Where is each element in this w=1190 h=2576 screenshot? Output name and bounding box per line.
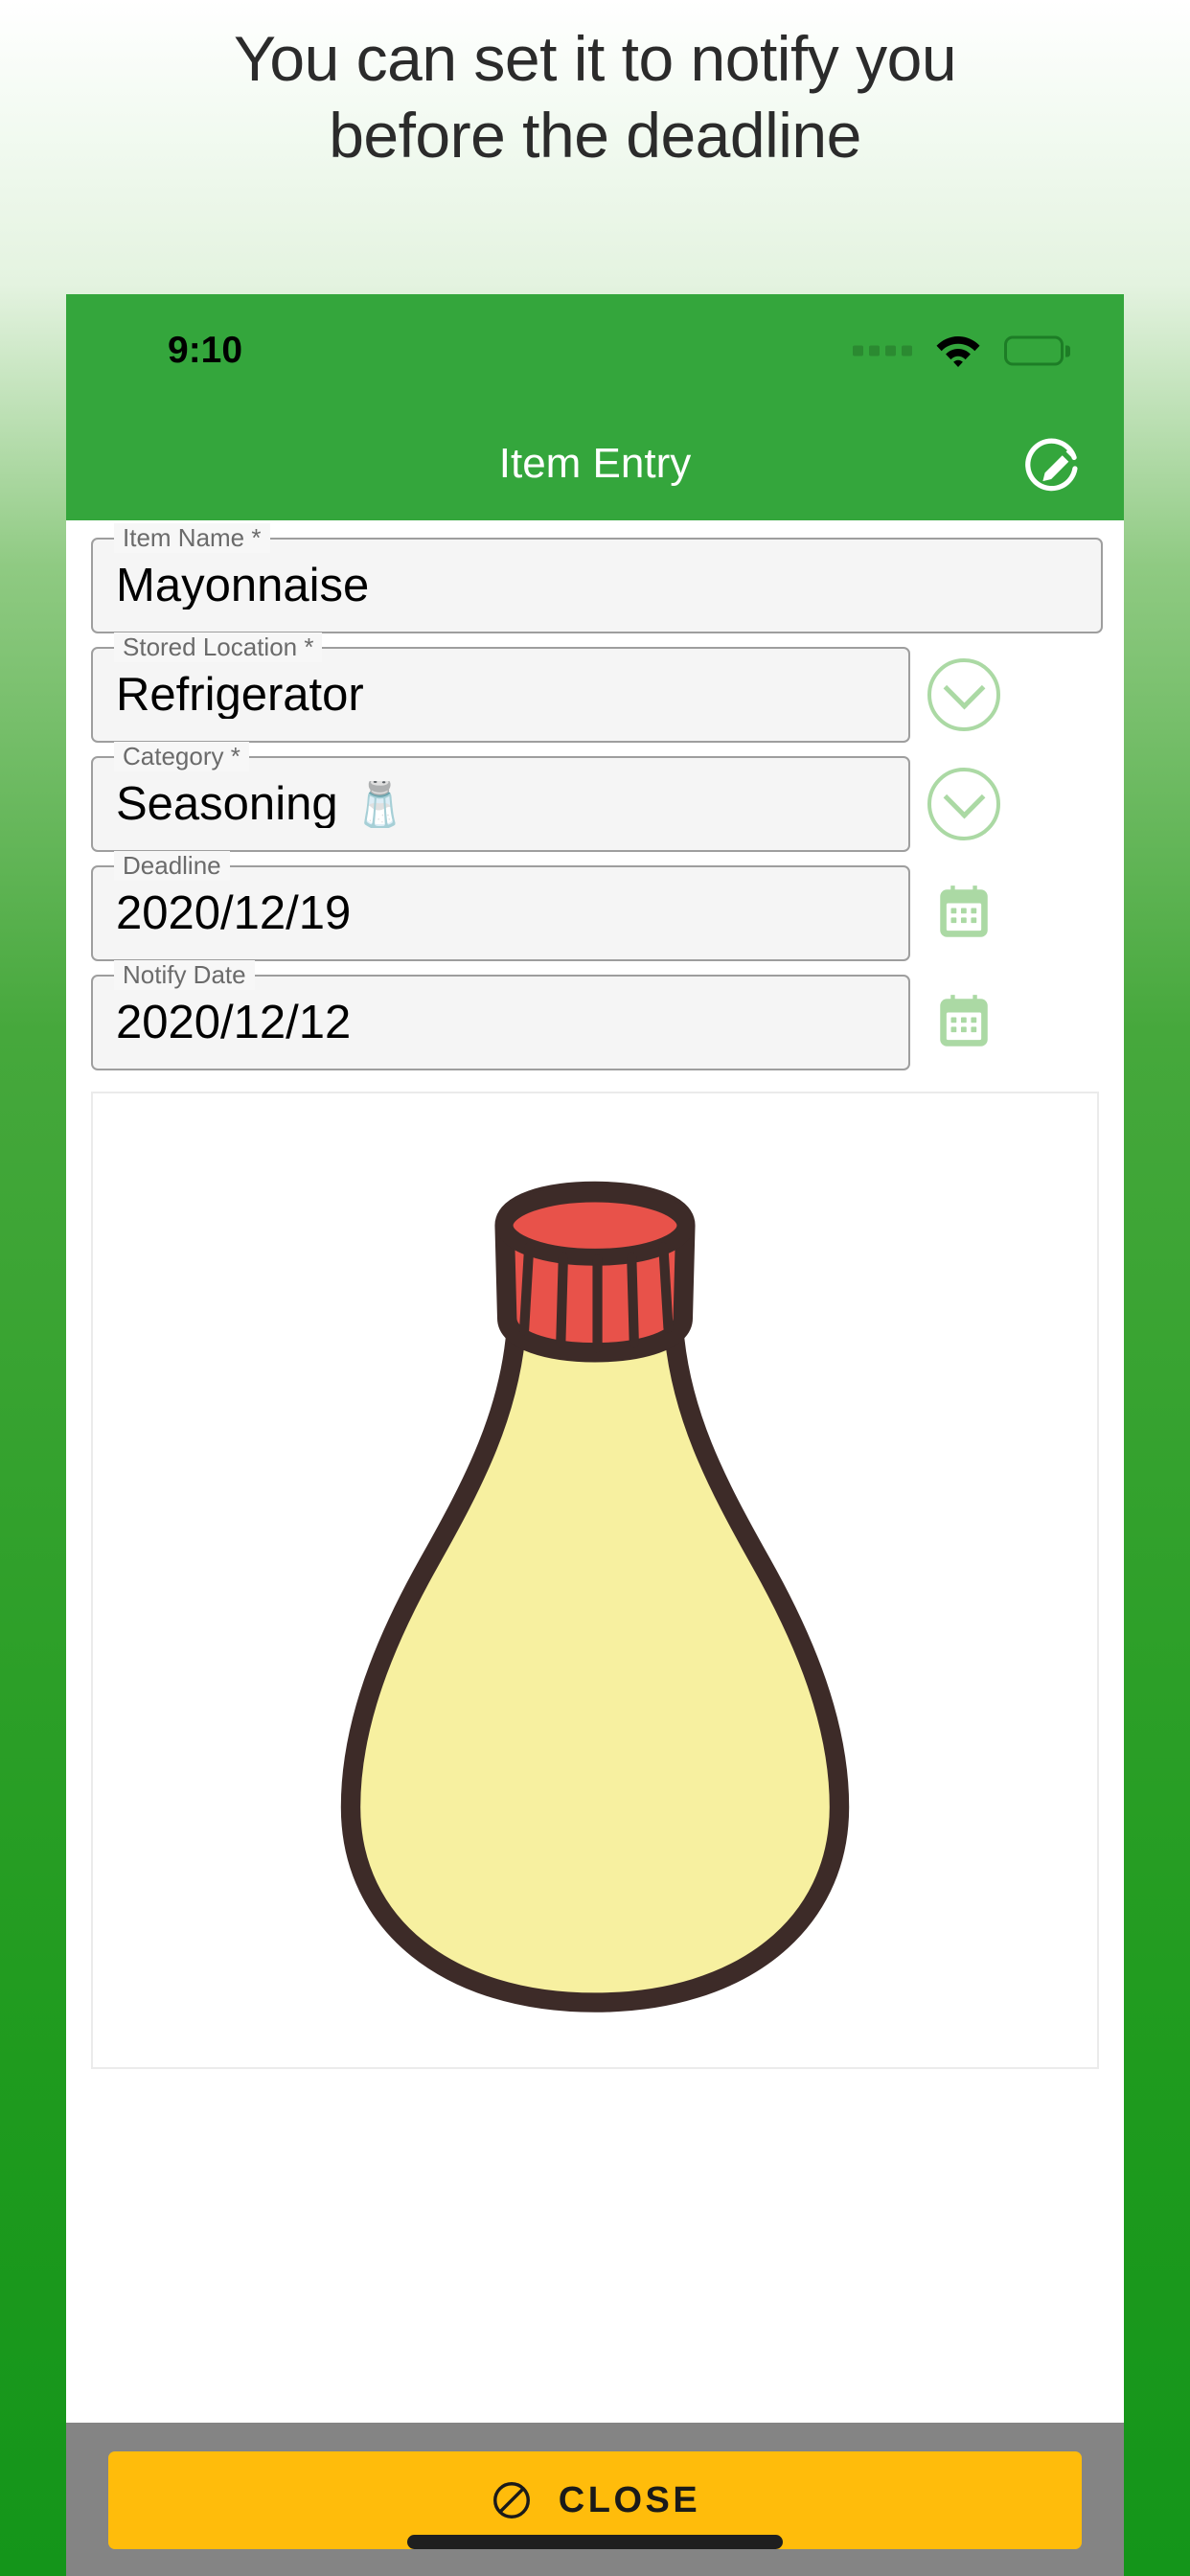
phone-screenshot: 9:10 Item Entry Item Name * Mayonnaise S… — [66, 294, 1124, 2576]
signal-dots-icon — [853, 345, 912, 356]
status-bar-time: 9:10 — [168, 330, 243, 371]
mayonnaise-bottle-illustration — [340, 1181, 850, 2012]
status-bar-indicators — [853, 330, 1070, 373]
wifi-icon — [932, 330, 984, 373]
headline-line-2: before the deadline — [329, 99, 861, 171]
field-row-deadline: Deadline 2020/12/19 — [66, 851, 1124, 961]
chevron-down-circle-icon — [927, 768, 1000, 840]
stored-location-dropdown-button[interactable] — [916, 658, 1012, 731]
close-button-label: CLOSE — [558, 2479, 701, 2520]
stored-location-label: Stored Location * — [114, 632, 323, 663]
headline-line-1: You can set it to notify you — [233, 23, 957, 94]
category-dropdown-button[interactable] — [916, 768, 1012, 840]
item-name-value: Mayonnaise — [116, 562, 370, 610]
deadline-value: 2020/12/19 — [116, 889, 352, 937]
item-name-label: Item Name * — [114, 523, 270, 554]
calendar-icon — [940, 995, 988, 1046]
item-name-input[interactable]: Item Name * Mayonnaise — [91, 523, 1103, 633]
field-row-category: Category * Seasoning 🧂 — [66, 742, 1124, 852]
battery-full-icon — [1004, 335, 1070, 366]
category-input[interactable]: Category * Seasoning 🧂 — [91, 742, 910, 852]
block-circle-icon — [492, 2482, 530, 2518]
category-label: Category * — [114, 742, 249, 772]
field-row-stored-location: Stored Location * Refrigerator — [66, 632, 1124, 743]
edit-circle-icon[interactable] — [1017, 428, 1087, 499]
deadline-datepicker-button[interactable] — [916, 882, 1012, 945]
deadline-label: Deadline — [114, 851, 230, 882]
notify-date-label: Notify Date — [114, 960, 255, 991]
deadline-input[interactable]: Deadline 2020/12/19 — [91, 851, 910, 961]
item-entry-form: Item Name * Mayonnaise Stored Location *… — [66, 520, 1124, 2069]
app-bar-title: Item Entry — [498, 440, 692, 487]
notify-date-datepicker-button[interactable] — [916, 991, 1012, 1054]
stored-location-value: Refrigerator — [116, 671, 364, 719]
headline: You can set it to notify you before the … — [0, 0, 1190, 174]
chevron-down-circle-icon — [927, 658, 1000, 731]
field-row-item-name: Item Name * Mayonnaise — [66, 523, 1124, 633]
bottom-action-bar: CLOSE — [66, 2423, 1124, 2576]
notify-date-value: 2020/12/12 — [116, 999, 352, 1046]
notify-date-input[interactable]: Notify Date 2020/12/12 — [91, 960, 910, 1070]
status-bar: 9:10 — [66, 294, 1124, 407]
item-photo-card[interactable] — [91, 1092, 1099, 2069]
category-value: Seasoning 🧂 — [116, 780, 410, 828]
field-row-notify-date: Notify Date 2020/12/12 — [66, 960, 1124, 1070]
calendar-icon — [940, 886, 988, 937]
app-bar: Item Entry — [66, 407, 1124, 520]
stored-location-input[interactable]: Stored Location * Refrigerator — [91, 632, 910, 743]
home-indicator[interactable] — [407, 2535, 783, 2549]
